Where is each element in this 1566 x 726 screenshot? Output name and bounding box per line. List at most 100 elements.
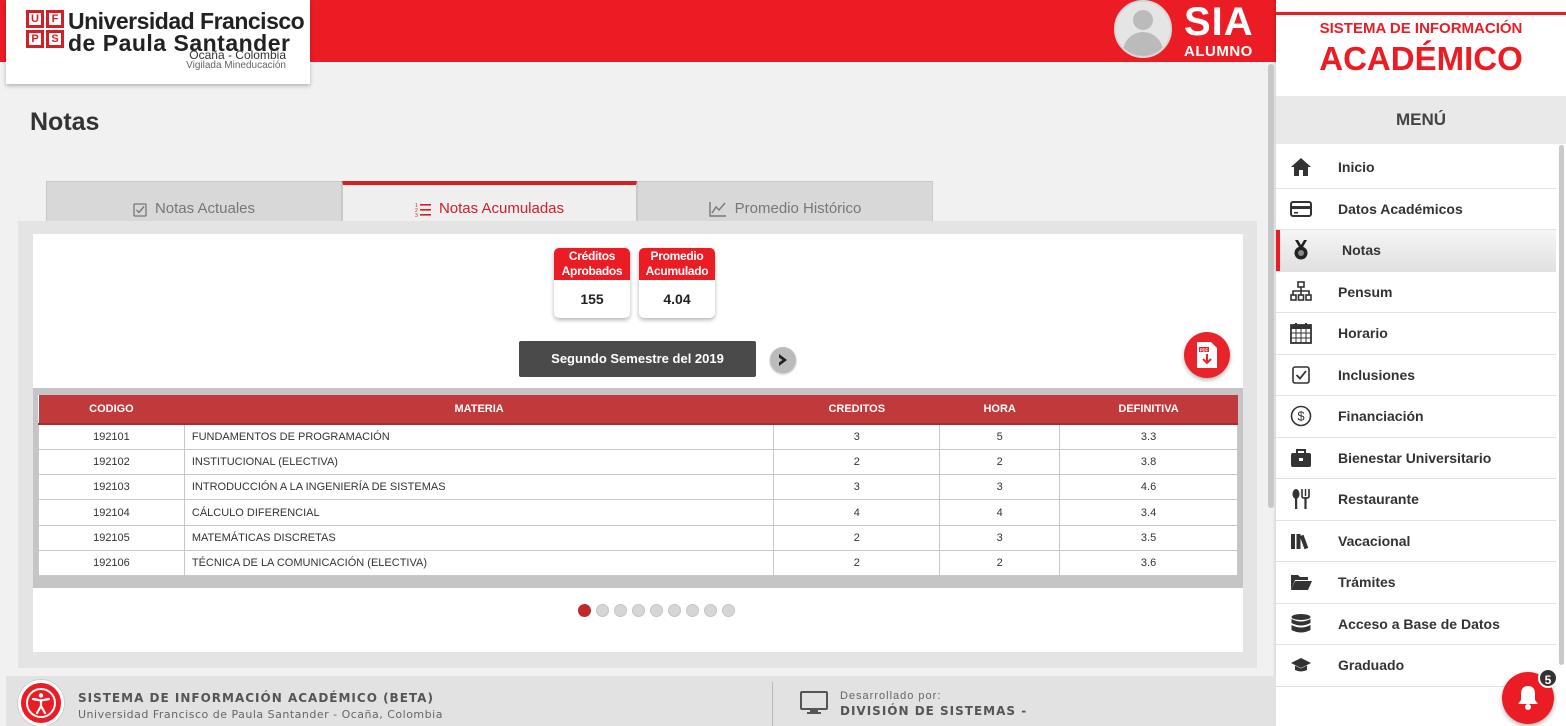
- accessibility-button[interactable]: [18, 680, 64, 726]
- cell-definitiva: 3.4: [1059, 499, 1238, 526]
- sidebar-item-tramites[interactable]: Trámites: [1276, 562, 1556, 604]
- svg-text:$: $: [1297, 409, 1305, 424]
- table-row: 192106 TÉCNICA DE LA COMUNICACIÓN (ELECT…: [38, 549, 1238, 577]
- cell-hora: 4: [939, 499, 1061, 526]
- calendar-icon: [1288, 322, 1314, 345]
- cell-definitiva: 3.5: [1059, 524, 1238, 551]
- utensils-icon: [1288, 488, 1314, 510]
- table-row: 192104 CÁLCULO DIFERENCIAL 4 4 3.4: [38, 499, 1238, 526]
- header-definitiva[interactable]: DEFINITIVA: [1059, 395, 1238, 425]
- sidebar-item-base-datos[interactable]: Acceso a Base de Datos: [1276, 604, 1556, 645]
- tab-bar: Notas Actuales 123 Notas Acumuladas Prom…: [46, 181, 933, 221]
- semester-label: Segundo Semestre del 2019: [519, 341, 756, 377]
- books-icon: [1288, 532, 1314, 550]
- table-row: 192101 FUNDAMENTOS DE PROGRAMACIÓN 3 5 3…: [38, 423, 1238, 450]
- pdf-download-icon: PDF: [1197, 342, 1217, 368]
- pagination-dot[interactable]: [614, 604, 627, 617]
- cell-materia: FUNDAMENTOS DE PROGRAMACIÓN: [183, 423, 775, 450]
- accessibility-icon: [26, 688, 56, 718]
- graduation-cap-icon: [1288, 656, 1314, 674]
- cell-codigo: 192105: [38, 524, 185, 551]
- sidebar-scrollbar[interactable]: [1559, 145, 1564, 665]
- pagination-dot[interactable]: [704, 604, 717, 617]
- sidebar-item-notas[interactable]: Notas: [1276, 230, 1556, 272]
- cell-codigo: 192106: [38, 549, 185, 577]
- table-row: 192105 MATEMÁTICAS DISCRETAS 2 3 3.5: [38, 524, 1238, 551]
- logo-line4: Vigilada Mineducación: [186, 60, 286, 71]
- footer-dev-label: Desarrollado por:: [840, 690, 942, 702]
- dollar-circle-icon: $: [1288, 405, 1314, 427]
- cell-creditos: 2: [773, 448, 941, 476]
- sidebar-item-inclusiones[interactable]: Inclusiones: [1276, 355, 1556, 396]
- line-chart-icon: [708, 202, 726, 217]
- cell-definitiva: 3.6: [1059, 549, 1238, 577]
- next-semester-button[interactable]: [770, 347, 796, 373]
- cell-materia: INTRODUCCIÓN A LA INGENIERÍA DE SISTEMAS: [183, 474, 775, 501]
- header-codigo[interactable]: CODIGO: [38, 395, 185, 425]
- sidebar-item-pensum[interactable]: Pensum: [1276, 272, 1556, 313]
- main-scrollbar[interactable]: [1268, 64, 1274, 508]
- promedio-acumulado-card: Promedio Acumulado 4.04: [639, 248, 715, 318]
- promedio-acumulado-value: 4.04: [663, 291, 691, 307]
- download-pdf-button[interactable]: PDF: [1184, 332, 1230, 378]
- page-title: Notas: [30, 108, 100, 136]
- app-role: ALUMNO: [1184, 43, 1253, 60]
- cell-definitiva: 4.6: [1059, 474, 1238, 501]
- creditos-aprobados-card: Créditos Aprobados 155: [554, 248, 630, 318]
- pagination-dots: [578, 604, 735, 617]
- cell-creditos: 3: [773, 474, 941, 501]
- sidebar-item-restaurante[interactable]: Restaurante: [1276, 479, 1556, 521]
- header-creditos[interactable]: CREDITOS: [773, 395, 940, 425]
- cell-codigo: 192102: [38, 448, 185, 476]
- cell-hora: 3: [939, 524, 1061, 551]
- sidebar-item-inicio[interactable]: Inicio: [1276, 147, 1556, 189]
- cell-creditos: 4: [773, 499, 941, 526]
- pagination-dot[interactable]: [650, 604, 663, 617]
- database-icon: [1288, 613, 1314, 635]
- menu-title: MENÚ: [1276, 96, 1566, 144]
- header-materia[interactable]: MATERIA: [184, 395, 774, 425]
- pagination-dot[interactable]: [596, 604, 609, 617]
- sidebar-item-financiacion[interactable]: $ Financiación: [1276, 396, 1556, 438]
- sidebar-item-datos-academicos[interactable]: Datos Académicos: [1276, 189, 1556, 230]
- cell-definitiva: 3.8: [1059, 448, 1238, 476]
- tab-promedio-historico[interactable]: Promedio Histórico: [637, 181, 933, 221]
- creditos-aprobados-label: Créditos Aprobados: [554, 248, 630, 280]
- checkbox-icon: [1288, 365, 1314, 384]
- cell-definitiva: 3.3: [1059, 423, 1238, 450]
- briefcase-icon: [1288, 448, 1314, 468]
- tab-notas-acumuladas[interactable]: 123 Notas Acumuladas: [342, 181, 637, 221]
- cell-materia: TÉCNICA DE LA COMUNICACIÓN (ELECTIVA): [183, 549, 775, 577]
- pagination-dot[interactable]: [632, 604, 645, 617]
- table-row: 192103 INTRODUCCIÓN A LA INGENIERÍA DE S…: [38, 474, 1238, 501]
- cell-hora: 2: [939, 549, 1061, 577]
- credit-card-icon: [1288, 200, 1314, 217]
- cell-materia: CÁLCULO DIFERENCIAL: [183, 499, 775, 526]
- user-avatar[interactable]: [1114, 0, 1172, 58]
- cell-materia: INSTITUCIONAL (ELECTIVA): [183, 448, 775, 476]
- sidebar-item-horario[interactable]: Horario: [1276, 313, 1556, 355]
- svg-text:PDF: PDF: [1200, 347, 1209, 352]
- sidebar-item-bienestar[interactable]: Bienestar Universitario: [1276, 438, 1556, 479]
- sidebar-system-label: SISTEMA DE INFORMACIÓN: [1319, 20, 1523, 37]
- pagination-dot[interactable]: [722, 604, 735, 617]
- cell-codigo: 192101: [38, 423, 185, 450]
- svg-text:3: 3: [415, 213, 418, 217]
- grades-table: CODIGO MATERIA CREDITOS HORA DEFINITIVA …: [38, 395, 1238, 577]
- folder-open-icon: [1288, 573, 1314, 591]
- cell-hora: 2: [939, 448, 1061, 476]
- header-hora[interactable]: HORA: [939, 395, 1060, 425]
- creditos-aprobados-value: 155: [580, 291, 604, 307]
- pagination-dot[interactable]: [578, 604, 591, 617]
- pagination-dot[interactable]: [686, 604, 699, 617]
- pagination-dot[interactable]: [668, 604, 681, 617]
- sidebar-item-vacacional[interactable]: Vacacional: [1276, 521, 1556, 562]
- grades-table-wrapper: CODIGO MATERIA CREDITOS HORA DEFINITIVA …: [33, 388, 1243, 588]
- cell-codigo: 192103: [38, 474, 185, 501]
- medal-icon: [1288, 239, 1314, 261]
- university-logo[interactable]: U F P S Universidad Francisco de Paula S…: [6, 0, 310, 84]
- cell-creditos: 2: [773, 524, 941, 551]
- tab-notas-actuales[interactable]: Notas Actuales: [46, 181, 342, 221]
- cell-creditos: 3: [773, 423, 941, 450]
- ufps-logo-mark: U F P S: [26, 10, 64, 48]
